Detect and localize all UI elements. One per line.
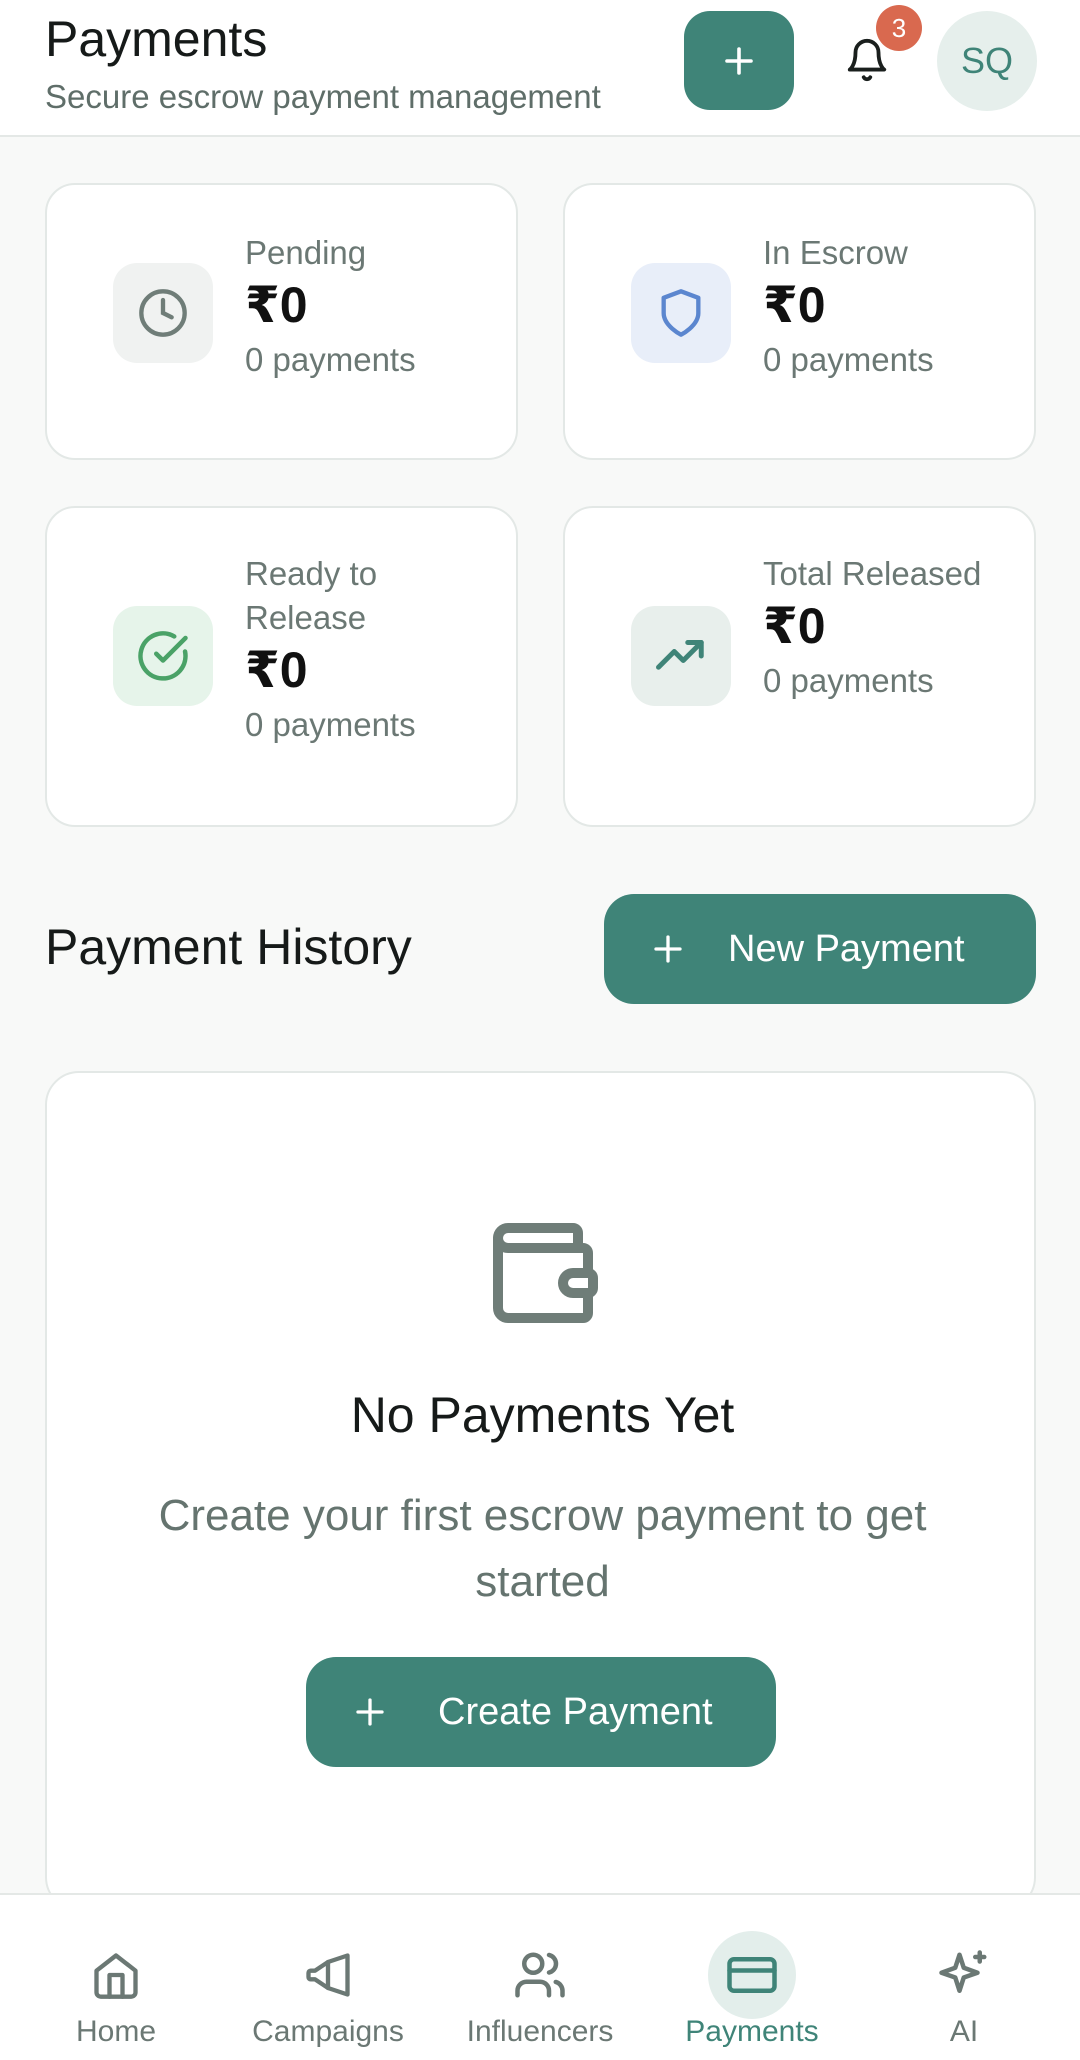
stat-icon-box (631, 263, 731, 363)
nav-label: Home (75, 2015, 157, 2048)
empty-state-description: Create your first escrow payment to get … (158, 1491, 927, 1606)
stat-label: Total Released (763, 555, 982, 592)
stat-label: Pending (245, 234, 367, 271)
nav-item-home[interactable]: Home (8, 1895, 224, 2060)
nav-item-ai[interactable]: AI (856, 1895, 1072, 2060)
home-icon (72, 1931, 160, 2019)
plus-icon (725, 46, 753, 75)
plus-icon (352, 1694, 388, 1730)
notification-badge: 3 (876, 5, 922, 51)
nav-item-campaigns[interactable]: Campaigns (220, 1895, 436, 2060)
stat-card-total-released: Total Released ₹0 0 payments (563, 506, 1036, 827)
megaphone-icon (284, 1931, 372, 2019)
nav-label: Influencers (466, 2015, 614, 2048)
stat-text: Pending ₹0 0 payments (245, 231, 505, 385)
trending-up-icon (656, 640, 704, 670)
stat-value: ₹0 (763, 598, 826, 654)
nav-label: AI (949, 2015, 979, 2048)
check-circle-icon (138, 631, 188, 681)
stat-icon-box (113, 263, 213, 363)
stat-text: Total Released ₹0 0 payments (763, 552, 1023, 706)
stat-count: 0 payments (763, 341, 934, 378)
plus-icon (650, 931, 686, 967)
new-payment-label: New Payment (728, 927, 965, 970)
section-title: Payment History (45, 919, 412, 975)
stat-card-pending: Pending ₹0 0 payments (45, 183, 518, 460)
clock-icon (139, 289, 187, 337)
nav-label: Campaigns (252, 2015, 404, 2048)
stat-count: 0 payments (245, 706, 416, 743)
users-icon (496, 1931, 584, 2019)
header-add-button[interactable] (684, 11, 794, 110)
stat-value: ₹0 (245, 642, 308, 698)
stat-value: ₹0 (763, 277, 826, 333)
stat-value: ₹0 (245, 277, 308, 333)
stat-count: 0 payments (245, 341, 416, 378)
page-subtitle: Secure escrow payment management (45, 78, 601, 115)
stat-card-ready-to-release: Ready to Release ₹0 0 payments (45, 506, 518, 827)
nav-item-payments[interactable]: Payments (644, 1895, 860, 2060)
create-payment-label: Create Payment (438, 1690, 713, 1733)
empty-state-card: No Payments Yet Create your first escrow… (45, 1071, 1036, 1911)
sparkles-icon (920, 1931, 1008, 2019)
stat-icon-box (631, 606, 731, 706)
bottom-nav: Home Campaigns Influencers Payments AI (0, 1893, 1080, 2060)
stat-label: Ready to Release (245, 555, 378, 636)
empty-state-title: No Payments Yet (350, 1387, 735, 1443)
stat-text: Ready to Release ₹0 0 payments (245, 552, 505, 750)
stat-card-in-escrow: In Escrow ₹0 0 payments (563, 183, 1036, 460)
create-payment-button[interactable]: Create Payment (306, 1657, 776, 1767)
shield-icon (661, 289, 701, 337)
stat-icon-box (113, 606, 213, 706)
nav-item-influencers[interactable]: Influencers (432, 1895, 648, 2060)
credit-card-icon (708, 1931, 796, 2019)
nav-label: Payments (685, 2015, 819, 2048)
app-header: Payments Secure escrow payment managemen… (0, 0, 1080, 137)
page-title: Payments (45, 11, 268, 67)
stat-count: 0 payments (763, 662, 934, 699)
wallet-icon (483, 1213, 603, 1338)
new-payment-button[interactable]: New Payment (604, 894, 1036, 1004)
stat-text: In Escrow ₹0 0 payments (763, 231, 1023, 385)
stat-label: In Escrow (763, 234, 908, 271)
payments-screen: Payments Secure escrow payment managemen… (0, 0, 1080, 2060)
avatar[interactable]: SQ (937, 11, 1037, 111)
